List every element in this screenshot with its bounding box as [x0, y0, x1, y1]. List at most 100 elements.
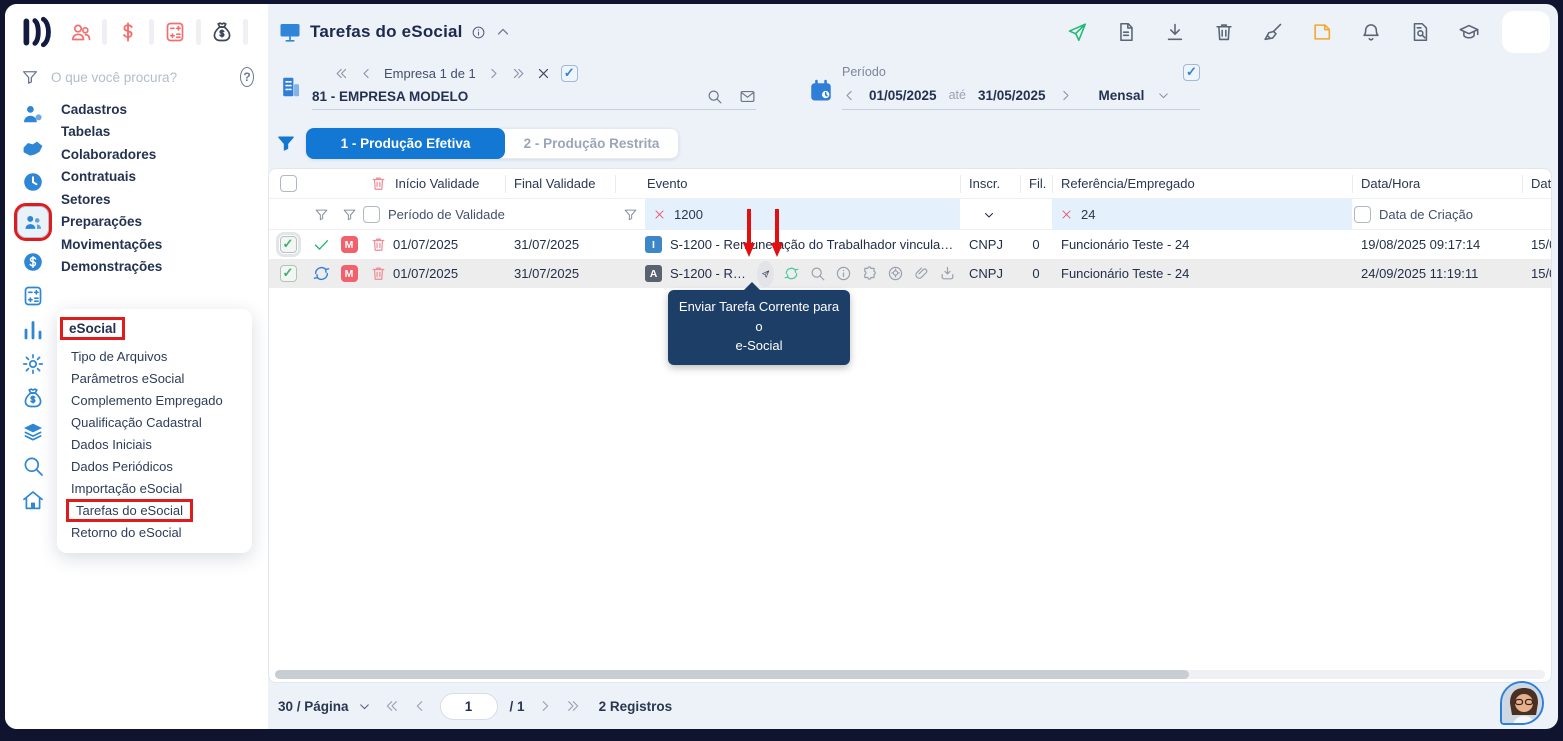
growth-icon[interactable]: [21, 318, 45, 342]
period-end[interactable]: 31/05/2025: [978, 88, 1046, 103]
submenu-tipo-de-arquivos[interactable]: Tipo de Arquivos: [57, 345, 252, 367]
referencia-filter-input[interactable]: 24: [1052, 199, 1352, 230]
filter-icon[interactable]: [276, 133, 296, 153]
people-module-icon[interactable]: [69, 20, 93, 44]
envelope-icon[interactable]: [739, 88, 756, 105]
sidebar-search-input[interactable]: [49, 69, 230, 86]
download-xml-icon[interactable]: [939, 265, 956, 282]
bell-icon[interactable]: [1360, 21, 1382, 43]
page-number-input[interactable]: [440, 693, 498, 720]
sidebar-item-preparacoes[interactable]: Preparações: [61, 211, 268, 234]
col-referencia[interactable]: Referência/Empregado: [1052, 175, 1352, 193]
prev-page-icon[interactable]: [412, 698, 428, 714]
clear-filter-icon[interactable]: [653, 208, 666, 221]
submenu-retorno-do-esocial[interactable]: Retorno do eSocial: [57, 521, 252, 543]
note-icon[interactable]: [1311, 21, 1333, 43]
sidebar-item-colaboradores[interactable]: Colaboradores: [61, 143, 268, 166]
col-final-validade[interactable]: Final Validade: [505, 175, 615, 193]
row-checkbox[interactable]: [280, 236, 297, 253]
next-page-icon[interactable]: [537, 698, 553, 714]
download-icon[interactable]: [1164, 21, 1186, 43]
submenu-qualificacao-cadastral[interactable]: Qualificação Cadastral: [57, 411, 252, 433]
layers-icon[interactable]: [21, 420, 45, 444]
send-icon[interactable]: [1066, 21, 1088, 43]
collapse-chevron-icon[interactable]: [494, 23, 512, 41]
prev-period-icon[interactable]: [842, 88, 857, 103]
filter-funnel-icon[interactable]: [623, 207, 638, 222]
sidebar-item-tabelas[interactable]: Tabelas: [61, 121, 268, 144]
clear-filter-icon[interactable]: [1060, 208, 1073, 221]
filter-funnel-icon[interactable]: [342, 207, 357, 222]
sidebar-item-demonstracoes[interactable]: Demonstrações: [61, 256, 268, 279]
gear-icon[interactable]: [21, 352, 45, 376]
col-data-limite[interactable]: Data L: [1522, 175, 1552, 193]
col-fil[interactable]: Fil.: [1020, 175, 1052, 193]
tab-producao-efetiva[interactable]: 1 - Produção Efetiva: [306, 128, 505, 159]
sidebar-item-esocial[interactable]: eSocial: [63, 320, 122, 337]
page-size-selector[interactable]: 30 / Página: [278, 699, 372, 714]
assistant-icon[interactable]: [887, 265, 904, 282]
money-bag-icon[interactable]: [21, 386, 45, 410]
home-icon[interactable]: [21, 488, 45, 512]
accounting-module-icon[interactable]: [163, 20, 187, 44]
user-avatar-placeholder[interactable]: [1502, 11, 1550, 53]
moneybag-module-icon[interactable]: [210, 20, 234, 44]
sidebar-item-cadastros[interactable]: Cadastros: [61, 98, 268, 121]
handshake-icon[interactable]: [21, 136, 45, 160]
row-trash-icon[interactable]: [370, 265, 387, 282]
sidebar-item-setores[interactable]: Setores: [61, 188, 268, 211]
next-period-icon[interactable]: [1058, 88, 1073, 103]
next-company-icon[interactable]: [486, 66, 501, 81]
period-mode[interactable]: Mensal: [1099, 88, 1145, 103]
table-row[interactable]: M 01/07/2025 31/07/2025 I S-1200 - Remun…: [269, 230, 1551, 259]
finance-module-icon[interactable]: [116, 20, 140, 44]
person-settings-icon[interactable]: [21, 102, 45, 126]
close-icon[interactable]: [536, 66, 551, 81]
horizontal-scrollbar[interactable]: [275, 670, 1545, 679]
submenu-importacao-esocial[interactable]: Importação eSocial: [57, 477, 252, 499]
view-task-icon[interactable]: [809, 265, 826, 282]
first-company-icon[interactable]: [334, 66, 349, 81]
calculator-icon[interactable]: [21, 284, 45, 308]
submenu-complemento-empregado[interactable]: Complemento Empregado: [57, 389, 252, 411]
submenu-dados-periodicos[interactable]: Dados Periódicos: [57, 455, 252, 477]
attachment-icon[interactable]: [913, 265, 930, 282]
task-info-icon[interactable]: [835, 265, 852, 282]
submenu-parametros-esocial[interactable]: Parâmetros eSocial: [57, 367, 252, 389]
first-page-icon[interactable]: [384, 698, 400, 714]
document-icon[interactable]: [1115, 21, 1137, 43]
period-mode-chevron-icon[interactable]: [1156, 88, 1171, 103]
document-search-icon[interactable]: [1409, 21, 1431, 43]
clock-icon[interactable]: [21, 170, 45, 194]
submenu-tarefas-do-esocial[interactable]: Tarefas do eSocial: [57, 499, 252, 521]
company-search-icon[interactable]: [706, 88, 723, 105]
evento-filter-input[interactable]: 1200: [645, 199, 960, 230]
period-checkbox[interactable]: [1183, 64, 1200, 81]
sidebar-item-movimentacoes[interactable]: Movimentações: [61, 233, 268, 256]
col-inscr[interactable]: Inscr.: [960, 175, 1020, 193]
search-icon[interactable]: [21, 454, 45, 478]
period-start[interactable]: 01/05/2025: [869, 88, 937, 103]
integration-puzzle-icon[interactable]: [861, 265, 878, 282]
broom-icon[interactable]: [1262, 21, 1284, 43]
row-trash-icon[interactable]: [370, 236, 387, 253]
assistant-avatar[interactable]: [1500, 681, 1544, 725]
info-icon[interactable]: [471, 25, 486, 40]
select-all-checkbox[interactable]: [280, 175, 297, 192]
table-row[interactable]: M 01/07/2025 31/07/2025 A S-1200 - Remun…: [269, 259, 1551, 288]
people-rail-icon-annotated[interactable]: [17, 206, 49, 238]
last-page-icon[interactable]: [565, 698, 581, 714]
sidebar-item-contratuais[interactable]: Contratuais: [61, 166, 268, 189]
graduation-cap-icon[interactable]: [1458, 21, 1480, 43]
tab-producao-restrita[interactable]: 2 - Produção Restrita: [501, 128, 679, 159]
inscr-filter-chevron-icon[interactable]: [982, 208, 996, 222]
dollar-circle-icon[interactable]: [21, 250, 45, 274]
col-data-hora[interactable]: Data/Hora: [1352, 175, 1522, 193]
company-checkbox[interactable]: [561, 65, 578, 82]
help-icon[interactable]: ?: [240, 67, 254, 87]
scrollbar-thumb[interactable]: [275, 670, 1189, 679]
filter-funnel-icon[interactable]: [314, 207, 329, 222]
col-evento[interactable]: Evento: [645, 176, 960, 191]
periodo-validade-checkbox[interactable]: [363, 206, 380, 223]
data-criacao-checkbox[interactable]: [1354, 206, 1371, 223]
